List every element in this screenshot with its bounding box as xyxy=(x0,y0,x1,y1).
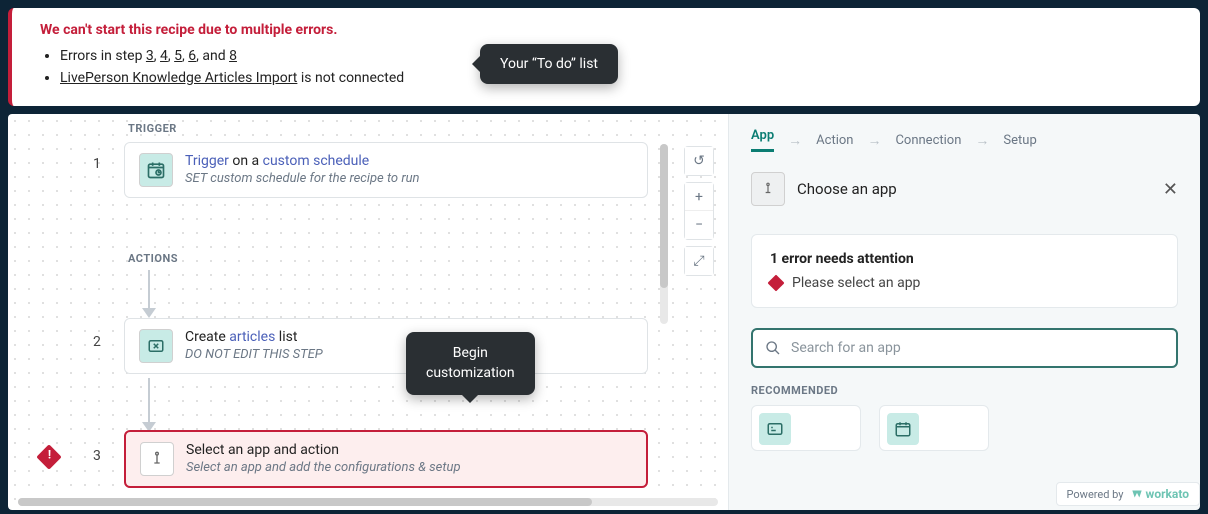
chevron-right-icon: → xyxy=(867,132,881,149)
step-title: Select an app and action xyxy=(186,442,632,458)
zoom-out-button[interactable]: − xyxy=(685,211,713,239)
step-create-list[interactable]: Create articles list DO NOT EDIT THIS ST… xyxy=(124,318,648,374)
app-icon xyxy=(887,413,919,445)
tab-action[interactable]: Action xyxy=(816,133,853,148)
error-banner-title: We can't start this recipe due to multip… xyxy=(40,22,1180,38)
close-icon[interactable]: ✕ xyxy=(1163,179,1178,200)
scheduler-icon xyxy=(139,153,173,187)
error-diamond-icon xyxy=(36,444,61,469)
error-list-item: Errors in step 3, 4, 5, 6, and 8 xyxy=(60,48,1180,64)
error-step-link[interactable]: 3 xyxy=(146,48,154,64)
step-title: Trigger on a custom schedule xyxy=(185,153,633,169)
canvas-horizontal-scrollbar[interactable] xyxy=(18,498,718,506)
error-step-link[interactable]: 4 xyxy=(160,48,168,64)
recommended-apps xyxy=(751,405,1178,451)
chevron-right-icon: → xyxy=(788,132,802,149)
recipe-canvas[interactable]: TRIGGER 1 Trigger on a custom schedule S… xyxy=(8,114,728,510)
config-tabs: App → Action → Connection → Setup xyxy=(729,114,1200,162)
recommended-label: RECOMMENDED xyxy=(751,384,1178,397)
error-step-link[interactable]: 5 xyxy=(174,48,182,64)
app-search[interactable] xyxy=(751,328,1178,368)
powered-by-badge: Powered by workato xyxy=(1056,482,1200,506)
step-number: 2 xyxy=(93,334,101,350)
error-step-link[interactable]: 6 xyxy=(188,48,196,64)
error-step-link[interactable]: 8 xyxy=(229,48,237,64)
recommended-app-item[interactable] xyxy=(879,405,989,451)
callout-todo: Your “To do” list xyxy=(480,44,618,84)
zoom-in-button[interactable]: + xyxy=(685,183,713,211)
config-panel: App → Action → Connection → Setup Choose… xyxy=(728,114,1200,510)
app-placeholder-icon xyxy=(140,442,174,476)
tab-app[interactable]: App xyxy=(751,128,774,152)
search-input[interactable] xyxy=(791,340,1164,356)
canvas-controls: ↺ + − ⤢ xyxy=(684,146,714,276)
attention-item: Please select an app xyxy=(770,275,1159,291)
tab-connection[interactable]: Connection xyxy=(895,133,961,148)
step-trigger[interactable]: Trigger on a custom schedule SET custom … xyxy=(124,142,648,198)
canvas-vertical-scrollbar[interactable] xyxy=(660,144,668,324)
step-number: 3 xyxy=(93,448,101,464)
callout-begin: Begin customization xyxy=(406,332,535,395)
search-icon xyxy=(765,340,781,356)
step-subtitle: SET custom schedule for the recipe to ru… xyxy=(185,171,633,186)
tab-setup[interactable]: Setup xyxy=(1003,133,1036,148)
error-connection-link[interactable]: LivePerson Knowledge Articles Import xyxy=(60,70,297,86)
section-label-actions: ACTIONS xyxy=(128,252,178,265)
fit-view-button[interactable]: ⤢ xyxy=(685,247,713,275)
app-placeholder-icon xyxy=(751,172,785,206)
connector-line xyxy=(148,270,150,310)
variable-icon xyxy=(139,329,173,363)
step-number: 1 xyxy=(93,156,101,172)
section-label-trigger: TRIGGER xyxy=(128,122,177,135)
app-icon xyxy=(759,413,791,445)
recommended-app-item[interactable] xyxy=(751,405,861,451)
choose-app-label: Choose an app xyxy=(797,180,897,198)
error-list: Errors in step 3, 4, 5, 6, and 8 LivePer… xyxy=(60,48,1180,86)
attention-title: 1 error needs attention xyxy=(770,251,1159,267)
undo-button[interactable]: ↺ xyxy=(685,147,713,175)
step-select-app[interactable]: Select an app and action Select an app a… xyxy=(124,430,648,488)
chevron-right-icon: → xyxy=(975,132,989,149)
error-diamond-icon xyxy=(768,275,785,292)
connector-arrow xyxy=(142,308,156,318)
choose-app-header: Choose an app ✕ xyxy=(729,162,1200,220)
workato-logo: workato xyxy=(1130,487,1190,501)
attention-box: 1 error needs attention Please select an… xyxy=(751,234,1178,308)
error-list-item: LivePerson Knowledge Articles Import is … xyxy=(60,70,1180,86)
connector-line xyxy=(148,378,150,424)
step-subtitle: Select an app and add the configurations… xyxy=(186,460,632,475)
